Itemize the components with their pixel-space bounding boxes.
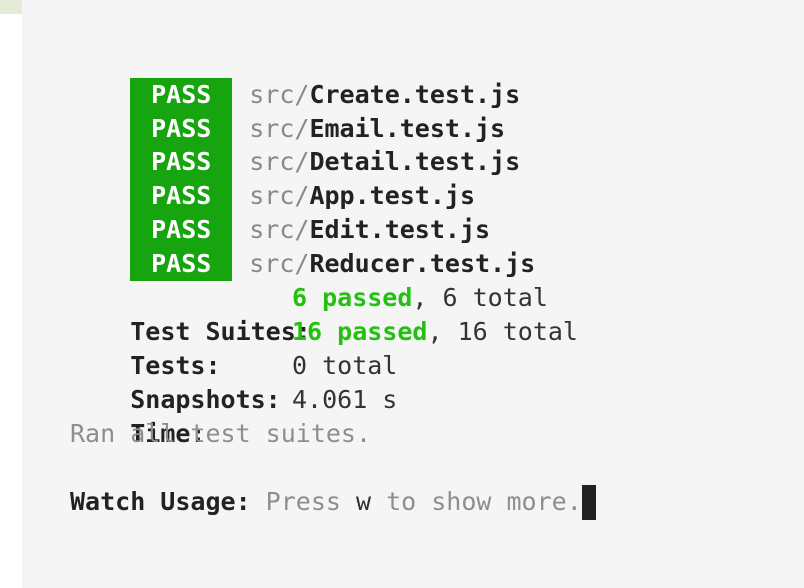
watch-key: w <box>355 487 372 516</box>
summary-value: 6 passed, 6 total <box>292 281 548 315</box>
test-result-row: PASS src/Create.test.js <box>70 44 520 112</box>
total-count: , 6 total <box>412 283 548 312</box>
test-result-row: PASS src/Reducer.test.js <box>70 213 535 281</box>
summary-snapshots: Snapshots: 0 total <box>70 349 397 414</box>
ran-all-message: Ran all test suites. <box>70 419 372 448</box>
window-corner-marker <box>0 0 22 14</box>
watch-usage-label: Watch Usage: <box>70 487 251 516</box>
summary-test-suites: Test Suites: 6 passed, 6 total <box>70 281 548 346</box>
test-result-row: PASS src/App.test.js <box>70 145 475 213</box>
test-result-row: PASS src/Edit.test.js <box>70 179 490 247</box>
total-count: , 16 total <box>427 317 578 346</box>
test-file-name: Reducer.test.js <box>309 249 536 278</box>
test-result-row: PASS src/Detail.test.js <box>70 111 520 179</box>
test-file-path: src/Reducer.test.js <box>249 247 535 281</box>
watch-rest-text: to show more. <box>371 487 582 516</box>
test-result-row: PASS src/Email.test.js <box>70 78 505 146</box>
passed-count: 16 passed <box>292 317 428 346</box>
test-file-dir: src/ <box>249 249 310 278</box>
summary-value: 4.061 s <box>292 385 398 414</box>
passed-count: 6 passed <box>292 283 413 312</box>
summary-tests: Tests: 16 passed, 16 total <box>70 315 578 380</box>
pass-badge: PASS <box>130 247 233 281</box>
watch-usage-prompt: Watch Usage: Press w to show more. <box>70 485 596 520</box>
summary-value: 0 total <box>292 351 398 380</box>
summary-value: 16 passed, 16 total <box>292 315 578 349</box>
summary-time: Time: 4.061 s <box>70 383 397 448</box>
terminal-window[interactable]: PASS src/Create.test.js PASS src/Email.tes… <box>22 0 804 588</box>
watch-press-text: Press <box>250 487 356 516</box>
terminal-cursor[interactable] <box>581 485 596 520</box>
